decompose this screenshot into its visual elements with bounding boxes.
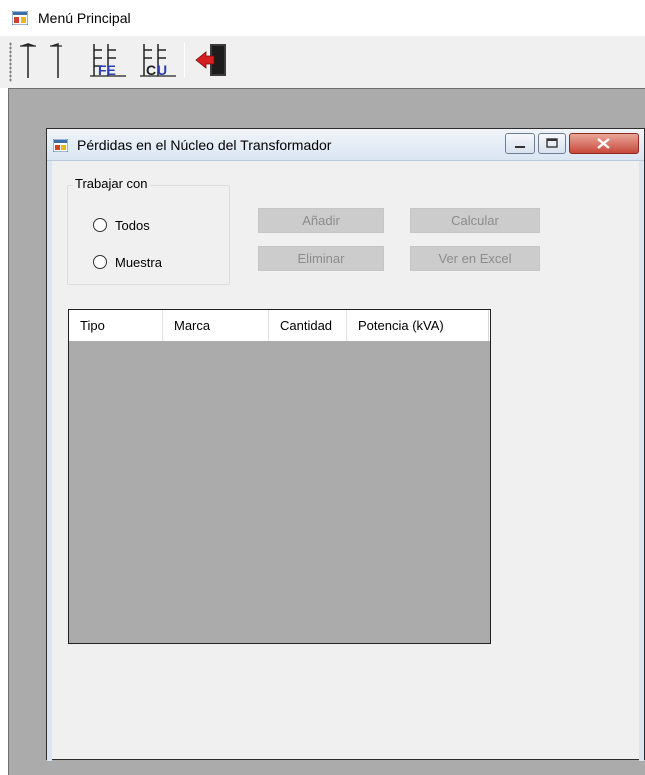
minimize-button[interactable] bbox=[505, 133, 535, 154]
exit-door-icon[interactable] bbox=[192, 40, 232, 80]
radio-muestra[interactable]: Muestra bbox=[93, 253, 162, 271]
view-in-excel-button[interactable]: Ver en Excel bbox=[410, 246, 540, 271]
maximize-button[interactable] bbox=[538, 133, 566, 154]
groupbox-legend: Trabajar con bbox=[73, 176, 150, 191]
close-icon bbox=[597, 138, 610, 149]
toolbar: FE C U bbox=[0, 36, 645, 88]
toolbar-separator bbox=[184, 42, 185, 78]
windows-form-icon bbox=[12, 11, 28, 25]
app-title: Menú Principal bbox=[38, 10, 131, 26]
windows-form-icon bbox=[53, 139, 68, 152]
child-frame-right bbox=[639, 161, 644, 761]
child-frame-left bbox=[47, 161, 52, 761]
child-titlebar[interactable]: Pérdidas en el Núcleo del Transformador bbox=[47, 129, 644, 161]
add-button[interactable]: Añadir bbox=[258, 208, 384, 233]
column-header-tipo[interactable]: Tipo bbox=[69, 310, 163, 341]
svg-text:U: U bbox=[157, 62, 167, 78]
fe-core-icon[interactable]: FE bbox=[88, 40, 128, 80]
app-titlebar: Menú Principal bbox=[0, 0, 645, 36]
radio-todos[interactable]: Todos bbox=[93, 216, 150, 234]
cu-core-icon[interactable]: C U bbox=[138, 40, 178, 80]
utility-pole-icon[interactable] bbox=[18, 40, 70, 80]
column-header-cantidad[interactable]: Cantidad bbox=[269, 310, 347, 341]
minimize-icon bbox=[515, 146, 525, 148]
calculate-button[interactable]: Calcular bbox=[410, 208, 540, 233]
column-header-potencia[interactable]: Potencia (kVA) bbox=[347, 310, 489, 341]
maximize-icon bbox=[546, 138, 558, 148]
radio-button-muestra[interactable] bbox=[93, 255, 107, 269]
transformer-losses-window: Pérdidas en el Núcleo del Transformador … bbox=[46, 128, 645, 761]
svg-text:C: C bbox=[146, 62, 156, 78]
toolbar-grip[interactable] bbox=[9, 42, 12, 82]
radio-button-todos[interactable] bbox=[93, 218, 107, 232]
radio-label-muestra: Muestra bbox=[115, 254, 162, 270]
close-button[interactable] bbox=[569, 133, 639, 154]
transformers-grid[interactable]: Tipo Marca Cantidad Potencia (kVA) bbox=[68, 309, 491, 644]
grid-header: Tipo Marca Cantidad Potencia (kVA) bbox=[69, 310, 490, 341]
delete-button[interactable]: Eliminar bbox=[258, 246, 384, 271]
column-header-marca[interactable]: Marca bbox=[163, 310, 269, 341]
svg-text:FE: FE bbox=[98, 62, 116, 78]
radio-label-todos: Todos bbox=[115, 217, 150, 233]
child-window-title: Pérdidas en el Núcleo del Transformador bbox=[77, 137, 332, 153]
